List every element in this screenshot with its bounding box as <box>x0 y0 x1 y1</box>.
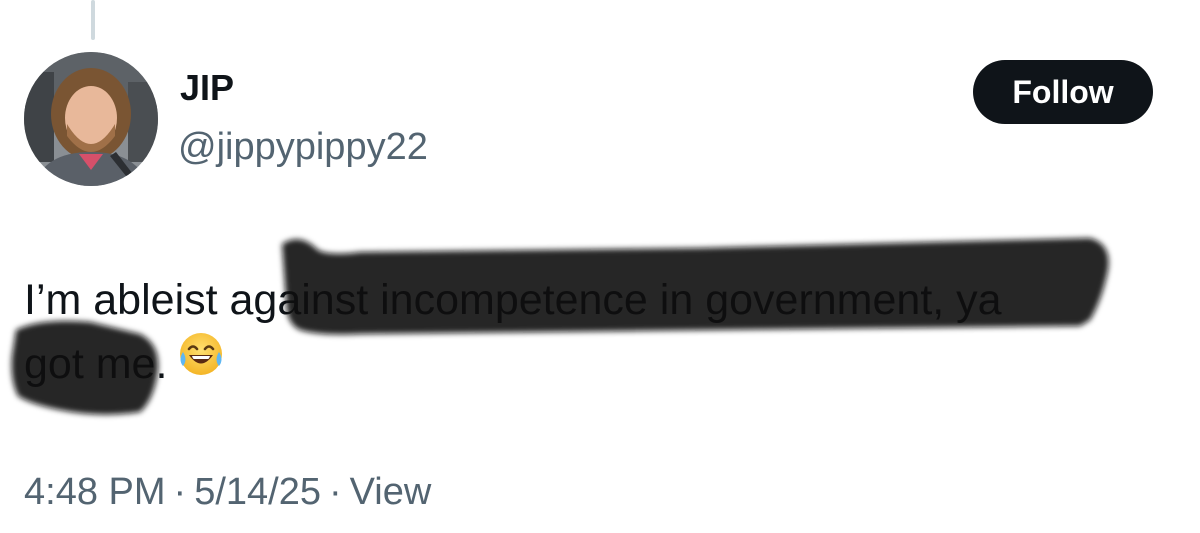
meta-separator: · <box>328 471 342 513</box>
tweet-text-line-2-text: got me. <box>24 340 168 388</box>
author-handle[interactable]: @jippypippy22 <box>178 124 428 170</box>
tweet-meta: 4:48 PM · 5/14/25 · View <box>24 470 431 514</box>
tweet-text-line-2: got me. <box>24 332 1184 396</box>
tweet-text-line-1: I’m ableist against incompetence in gove… <box>24 276 1002 324</box>
face-with-tears-of-joy-icon <box>177 330 225 396</box>
thread-connector-line <box>91 0 95 40</box>
tweet-time[interactable]: 4:48 PM <box>24 471 166 513</box>
author-display-name[interactable]: JIP <box>180 66 234 110</box>
avatar[interactable] <box>24 52 158 186</box>
tweet-date[interactable]: 5/14/25 <box>194 471 321 513</box>
tweet-text: I’m ableist against incompetence in gove… <box>24 268 1184 396</box>
avatar-photo <box>24 52 158 186</box>
meta-separator: · <box>173 471 187 513</box>
view-link[interactable]: View <box>350 471 432 513</box>
follow-button[interactable]: Follow <box>973 60 1153 124</box>
